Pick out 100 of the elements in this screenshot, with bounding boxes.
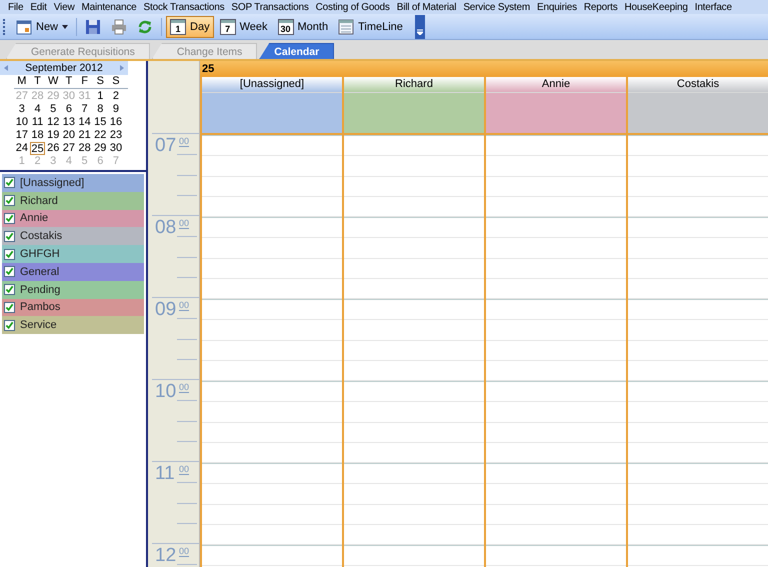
previous-month-icon[interactable] [4,65,8,71]
weekday-label: S [96,75,105,88]
calendar-day[interactable]: 16 [108,116,124,129]
calendar-day[interactable]: 10 [14,116,30,129]
resource-item[interactable]: Costakis [2,227,144,246]
weekday-label: W [47,75,60,88]
calendar-day[interactable]: 29 [92,142,108,155]
calendar-day[interactable]: 9 [108,103,124,116]
resource-item[interactable]: [Unassigned] [2,174,144,192]
calendar-day[interactable]: 19 [45,129,62,142]
resource-name: Richard [20,194,58,207]
minute-label: 00 [179,464,190,475]
menu-item[interactable]: Service System [463,2,530,12]
minute-label: 00 [179,300,190,311]
resource-item[interactable]: GHFGH [2,245,144,263]
calendar-day[interactable]: 1 [92,90,108,103]
calendar-day[interactable]: 14 [76,116,92,129]
calendar-icon [16,18,32,34]
resource-item[interactable]: Annie [2,210,144,228]
tab[interactable]: Calendar [259,43,334,59]
calendar-day[interactable]: 24 [14,142,30,155]
calendar-day[interactable]: 11 [30,116,46,129]
calendar-day[interactable]: 25 [30,142,46,155]
checkbox[interactable] [4,230,15,242]
calendar-day[interactable]: 21 [76,129,92,142]
new-button[interactable]: New [12,16,72,38]
calendar-day[interactable]: 18 [30,129,46,142]
menu-item[interactable]: Enquiries [537,2,577,12]
menu-item[interactable]: Costing of Goods [316,2,390,12]
calendar-day[interactable]: 12 [45,116,62,129]
overflow-icon [416,28,423,34]
resource-name: Pending [20,284,60,296]
calendar-day[interactable]: 6 [61,103,77,116]
menu-item[interactable]: Maintenance [81,2,137,12]
menu-item[interactable]: Reports [584,2,618,12]
minute-label: 00 [179,218,190,229]
next-month-icon[interactable] [120,65,124,71]
resource-name: Service [20,319,57,332]
checkbox[interactable] [4,284,15,296]
view-button[interactable]: 30 Month [274,16,332,38]
toolbar-grip-icon[interactable] [3,18,7,34]
menu-item[interactable]: SOP Transactions [231,2,309,12]
menu-item[interactable]: Interface [694,2,732,12]
calendar-day[interactable]: 26 [45,142,62,155]
calendar-day[interactable]: 8 [92,103,108,116]
all-day-area[interactable] [486,93,626,135]
resource-item[interactable]: General [2,262,144,281]
weekday-label: T [64,75,74,88]
caret-icon[interactable] [62,24,68,28]
resource-name: [Unassigned] [20,176,84,189]
hour-label: 10 [155,381,176,403]
resource-name: Annie [20,212,48,224]
column-header: Costakis [628,77,768,93]
menu-item[interactable]: View [54,2,74,12]
calendar-day[interactable]: 15 [92,116,108,129]
all-day-area[interactable] [344,93,484,135]
calendar-day[interactable]: 7 [76,103,92,116]
calendar-page-icon: 7 [220,18,236,34]
calendar-day[interactable]: 28 [76,142,92,155]
all-day-area[interactable] [628,93,768,135]
menu-item[interactable]: Bill of Material [396,2,456,12]
resource-item[interactable]: Pambos [2,298,144,316]
weekday-label: M [16,75,28,88]
resource-item[interactable]: Service [2,316,144,334]
calendar-day[interactable]: 20 [61,129,77,142]
view-button[interactable]: 7 Week [216,16,272,38]
checkbox[interactable] [4,248,15,260]
checkbox[interactable] [4,177,15,188]
checkbox[interactable] [4,320,15,331]
timeline-button[interactable]: TimeLine [334,16,407,38]
calendar-day[interactable]: 13 [61,116,77,129]
toolbar-overflow-button[interactable] [414,14,425,38]
minute-label: 00 [179,546,190,557]
weekday-label: S [111,75,121,88]
minute-label: 00 [179,136,190,147]
timeline-icon [338,18,354,34]
menu-item[interactable]: Edit [30,2,47,12]
calendar-day[interactable]: 3 [14,103,30,116]
all-day-area[interactable] [202,93,342,135]
checkbox[interactable] [4,212,15,224]
calendar-day[interactable]: 22 [92,129,108,142]
checkbox[interactable] [4,266,15,278]
calendar-day[interactable]: 5 [45,103,62,116]
calendar-day[interactable]: 2 [108,90,124,103]
resource-item[interactable]: Pending [2,280,144,299]
menu-item[interactable]: File [8,2,24,12]
calendar-day[interactable]: 17 [14,129,30,142]
calendar-day[interactable]: 30 [108,142,124,155]
column-header: [Unassigned] [202,77,342,93]
hour-label: 12 [155,545,176,567]
resource-item[interactable]: Richard [2,192,144,210]
menu-item[interactable]: Stock Transactions [144,2,224,12]
calendar-day[interactable]: 23 [108,129,124,142]
view-button[interactable]: 1 Day [166,16,214,38]
resource-name: General [20,266,60,278]
calendar-day[interactable]: 27 [61,142,77,155]
calendar-day[interactable]: 4 [30,103,46,116]
checkbox[interactable] [4,302,15,313]
menu-item[interactable]: HouseKeeping [624,2,688,12]
checkbox[interactable] [4,195,15,206]
